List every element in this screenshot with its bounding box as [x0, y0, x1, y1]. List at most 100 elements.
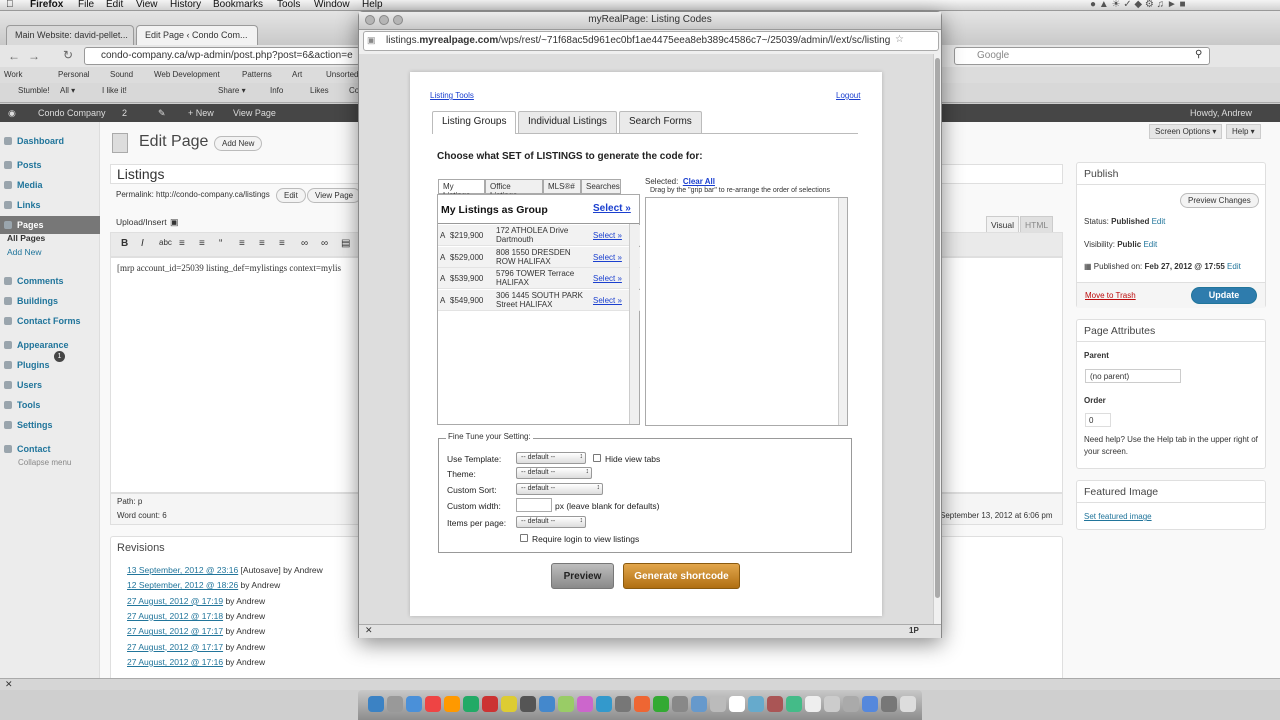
stumble-button[interactable]: Stumble! [18, 86, 50, 95]
search-input[interactable]: Google [954, 47, 1210, 65]
bookmark-patterns[interactable]: Patterns [242, 70, 272, 79]
view-page-link[interactable]: View Page [233, 108, 276, 118]
menu-file[interactable]: File [78, 0, 94, 10]
new-menu[interactable]: + New [188, 108, 214, 118]
subtab-mls[interactable]: MLS®# [543, 179, 581, 194]
dock-app-icon[interactable] [387, 696, 403, 712]
browser-tab-main-website[interactable]: Main Website: david-pellet... [6, 25, 134, 45]
popup-scroll-thumb[interactable] [935, 58, 940, 598]
dock-app-icon[interactable] [805, 696, 821, 712]
listing-tools-link[interactable]: Listing Tools [430, 91, 474, 100]
menu-history[interactable]: History [170, 0, 201, 10]
dock-app-icon[interactable] [843, 696, 859, 712]
revision-link[interactable]: 27 August, 2012 @ 17:18 [127, 611, 223, 621]
collapse-menu[interactable]: Collapse menu [18, 458, 71, 467]
dock-app-icon[interactable] [748, 696, 764, 712]
window-zoom-icon[interactable] [393, 15, 403, 25]
items-per-page-select[interactable]: -- default -- [516, 516, 586, 528]
info-button[interactable]: Info [270, 86, 283, 95]
use-template-select[interactable]: -- default -- [516, 452, 586, 464]
dock-app-icon[interactable] [368, 696, 384, 712]
align-right-icon[interactable]: ≡ [279, 238, 285, 249]
preview-button[interactable]: Preview [551, 563, 614, 589]
logout-link[interactable]: Logout [836, 91, 860, 100]
preview-changes-button[interactable]: Preview Changes [1180, 193, 1259, 208]
apple-icon[interactable]:  [6, 0, 14, 10]
sidebar-item-users[interactable]: Users [0, 376, 100, 394]
popup-scrollbar[interactable] [933, 54, 941, 626]
app-menu[interactable]: Firefox [30, 0, 63, 10]
dock-app-icon[interactable] [634, 696, 650, 712]
dock-app-icon[interactable] [729, 696, 745, 712]
tab-listing-groups[interactable]: Listing Groups [432, 111, 517, 134]
dock-app-icon[interactable] [425, 696, 441, 712]
all-dropdown[interactable]: All ▾ [60, 86, 75, 95]
listing-select-link[interactable]: Select » [593, 231, 622, 240]
set-featured-image-link[interactable]: Set featured image [1084, 512, 1152, 521]
menu-edit[interactable]: Edit [106, 0, 123, 10]
listing-select-link[interactable]: Select » [593, 274, 622, 283]
require-login-checkbox[interactable] [520, 534, 528, 542]
add-new-button[interactable]: Add New [214, 136, 263, 151]
listings-scrollbar[interactable] [629, 224, 639, 424]
menu-tools[interactable]: Tools [277, 0, 300, 10]
like-button[interactable]: I like it! [102, 86, 127, 95]
sidebar-item-dashboard[interactable]: Dashboard [0, 132, 100, 150]
tab-individual-listings[interactable]: Individual Listings [518, 111, 617, 133]
more-icon[interactable]: ▤ [341, 238, 350, 249]
move-to-trash-link[interactable]: Move to Trash [1085, 291, 1136, 300]
bookmark-web-development[interactable]: Web Development [154, 70, 220, 79]
add-media-icon[interactable]: ▣ [170, 217, 179, 228]
dock-app-icon[interactable] [596, 696, 612, 712]
sidebar-item-settings[interactable]: Settings [0, 416, 100, 434]
share-button[interactable]: Share ▾ [218, 86, 246, 95]
bookmark-star-icon[interactable]: ☆ [895, 34, 904, 45]
custom-width-input[interactable] [516, 498, 552, 512]
revision-link[interactable]: 27 August, 2012 @ 17:17 [127, 626, 223, 636]
sidebar-item-tools[interactable]: Tools [0, 396, 100, 414]
sidebar-item-pages[interactable]: Pages [0, 216, 100, 234]
generate-shortcode-button[interactable]: Generate shortcode [623, 563, 740, 589]
dock-app-icon[interactable] [767, 696, 783, 712]
sidebar-item-contact[interactable]: Contact [0, 440, 100, 458]
sidebar-item-media[interactable]: Media [0, 176, 100, 194]
revision-link[interactable]: 13 September, 2012 @ 23:16 [127, 565, 238, 575]
dock-app-icon[interactable] [539, 696, 555, 712]
hide-view-tabs-checkbox[interactable] [593, 454, 601, 462]
reload-icon[interactable]: ↻ [63, 48, 73, 62]
dock-app-icon[interactable] [501, 696, 517, 712]
site-name[interactable]: Condo Company [38, 108, 106, 118]
1password-icon[interactable]: 1P [909, 626, 919, 635]
bookmark-work[interactable]: Work [4, 70, 23, 79]
listing-select-link[interactable]: Select » [593, 296, 622, 305]
parent-select[interactable]: (no parent) [1085, 369, 1181, 383]
menu-window[interactable]: Window [314, 0, 350, 10]
order-input[interactable]: 0 [1085, 413, 1111, 427]
wp-logo-icon[interactable]: ◉ [8, 108, 16, 119]
bookmark-unsorted[interactable]: Unsorted [326, 70, 358, 79]
help-button[interactable]: Help ▾ [1226, 124, 1261, 139]
menu-bookmarks[interactable]: Bookmarks [213, 0, 263, 10]
revision-link[interactable]: 27 August, 2012 @ 17:19 [127, 596, 223, 606]
italic-icon[interactable]: I [141, 238, 144, 249]
dock-app-icon[interactable] [558, 696, 574, 712]
sidebar-item-posts[interactable]: Posts [0, 156, 100, 174]
dock-app-icon[interactable] [862, 696, 878, 712]
sidebar-item-plugins[interactable]: Plugins [0, 356, 100, 374]
status-icons[interactable]: ● ▲ ☀ ✓ ◆ ⚙ ♫ ► ■ [1090, 0, 1186, 10]
window-minimize-icon[interactable] [379, 15, 389, 25]
submenu-add-new[interactable]: Add New [7, 247, 42, 257]
edit-permalink-button[interactable]: Edit [276, 188, 306, 203]
visibility-edit-link[interactable]: Edit [1143, 240, 1157, 249]
bullet-list-icon[interactable]: ≡ [179, 238, 185, 249]
dock-app-icon[interactable] [482, 696, 498, 712]
custom-sort-select[interactable]: -- default -- [516, 483, 603, 495]
view-page-button[interactable]: View Page [307, 188, 362, 203]
align-left-icon[interactable]: ≡ [239, 238, 245, 249]
dock-app-icon[interactable] [444, 696, 460, 712]
sidebar-item-comments[interactable]: Comments [0, 272, 100, 290]
align-center-icon[interactable]: ≡ [259, 238, 265, 249]
blockquote-icon[interactable]: “ [219, 238, 222, 249]
dock-app-icon[interactable] [900, 696, 916, 712]
sidebar-item-contact-forms[interactable]: Contact Forms [0, 312, 100, 330]
